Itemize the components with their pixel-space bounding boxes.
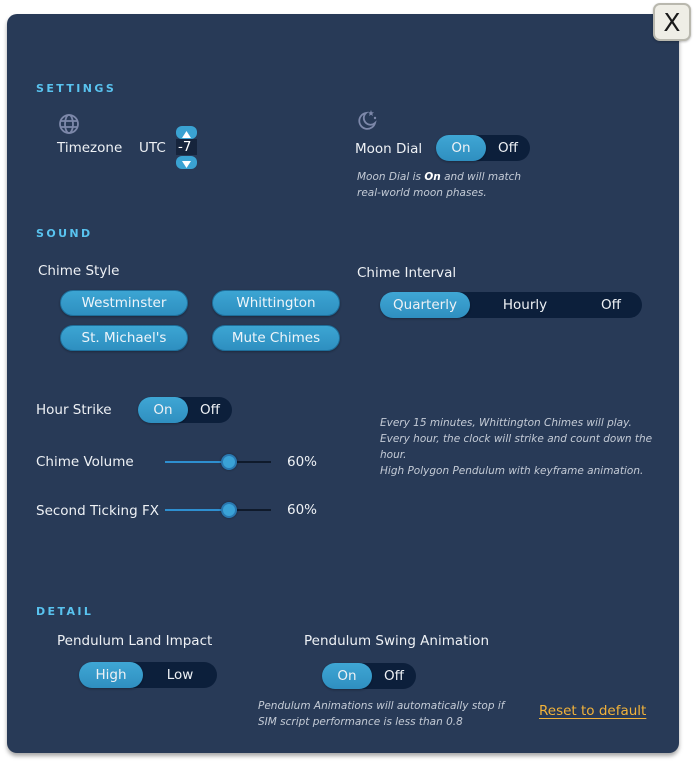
- summary-line: Every 15 minutes, Whittington Chimes wil…: [380, 417, 632, 429]
- globe-icon: [58, 113, 80, 139]
- hour-strike-toggle[interactable]: On Off: [138, 397, 232, 423]
- chime-interval-toggle[interactable]: Quarterly Hourly Off: [380, 292, 642, 318]
- moon-dial-on-option[interactable]: On: [436, 135, 486, 161]
- mute-chimes-button[interactable]: Mute Chimes: [212, 325, 340, 351]
- interval-off-option[interactable]: Off: [580, 292, 642, 318]
- hour-strike-label: Hour Strike: [36, 402, 112, 418]
- moon-dial-note-text: Moon Dial is: [357, 171, 425, 183]
- moon-dial-note-bold: On: [424, 171, 441, 183]
- interval-hourly-option[interactable]: Hourly: [470, 292, 580, 318]
- moon-dial-label: Moon Dial: [355, 141, 423, 157]
- second-ticking-slider[interactable]: [165, 502, 271, 518]
- moon-stars-icon: [356, 109, 378, 135]
- sound-summary: Every 15 minutes, Whittington Chimes wil…: [380, 415, 680, 479]
- second-ticking-value: 60%: [287, 502, 318, 518]
- slider-fill: [165, 509, 229, 511]
- hour-strike-off-option[interactable]: Off: [188, 397, 232, 423]
- moon-dial-note: Moon Dial is On and will match real-worl…: [357, 169, 537, 201]
- summary-line: Every hour, the clock will strike and co…: [380, 433, 653, 461]
- chime-volume-value: 60%: [287, 454, 318, 470]
- slider-thumb[interactable]: [220, 502, 237, 518]
- timezone-label: Timezone: [57, 140, 123, 156]
- chime-volume-label: Chime Volume: [36, 454, 134, 470]
- close-button[interactable]: X: [653, 3, 691, 41]
- swing-animation-note: Pendulum Animations will automatically s…: [258, 700, 505, 728]
- land-impact-low-option[interactable]: Low: [143, 662, 217, 688]
- land-impact-toggle[interactable]: High Low: [79, 662, 217, 688]
- swing-animation-label: Pendulum Swing Animation: [304, 633, 489, 649]
- moon-dial-off-option[interactable]: Off: [486, 135, 530, 161]
- slider-thumb[interactable]: [220, 454, 237, 470]
- timezone-increment-button[interactable]: [176, 126, 197, 139]
- chime-volume-slider[interactable]: [165, 454, 271, 470]
- chime-style-label: Chime Style: [38, 263, 120, 279]
- chime-westminster-button[interactable]: Westminster: [60, 290, 188, 316]
- chime-st-michaels-button[interactable]: St. Michael's: [60, 325, 188, 351]
- section-title-sound: SOUND: [36, 227, 93, 240]
- timezone-decrement-button[interactable]: [176, 156, 197, 169]
- moon-dial-toggle[interactable]: On Off: [436, 135, 530, 161]
- triangle-down-icon: [182, 153, 191, 172]
- slider-fill: [165, 461, 229, 463]
- land-impact-label: Pendulum Land Impact: [57, 633, 213, 649]
- reset-to-default-link[interactable]: Reset to default: [539, 703, 646, 719]
- chime-interval-label: Chime Interval: [357, 265, 457, 281]
- utc-label: UTC: [139, 140, 166, 156]
- second-ticking-label: Second Ticking FX: [36, 503, 159, 519]
- hour-strike-on-option[interactable]: On: [138, 397, 188, 423]
- swing-animation-toggle[interactable]: On Off: [322, 663, 416, 689]
- section-title-detail: DETAIL: [36, 605, 94, 618]
- interval-quarterly-option[interactable]: Quarterly: [380, 292, 470, 318]
- chime-whittington-button[interactable]: Whittington: [212, 290, 340, 316]
- summary-line: High Polygon Pendulum with keyframe anim…: [380, 465, 644, 477]
- settings-panel: SETTINGS Timezone UTC -7 Moon Dial On Of…: [7, 14, 679, 753]
- swing-animation-on-option[interactable]: On: [322, 663, 372, 689]
- section-title-settings: SETTINGS: [36, 82, 117, 95]
- swing-animation-off-option[interactable]: Off: [372, 663, 416, 689]
- land-impact-high-option[interactable]: High: [79, 662, 143, 688]
